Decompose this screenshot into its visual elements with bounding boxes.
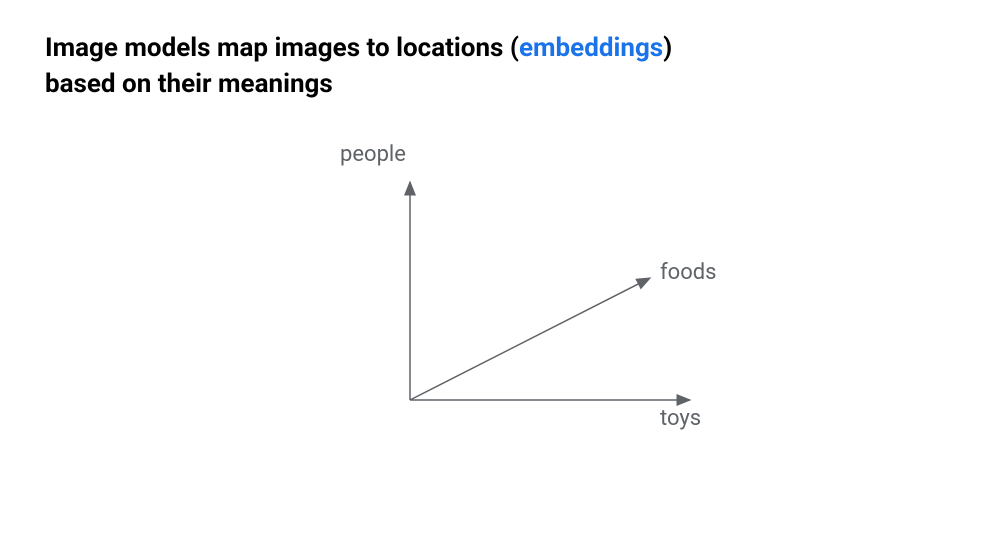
- title-part1: Image models map images to locations (: [45, 33, 519, 63]
- title-part2: ): [663, 33, 672, 63]
- embedding-diagram: people foods toys: [330, 150, 750, 480]
- title-line2: based on their meanings: [45, 69, 333, 99]
- arrow-foods: [410, 278, 650, 400]
- title-highlight: embeddings: [519, 33, 663, 63]
- vector-arrows: [330, 150, 750, 480]
- slide-title: Image models map images to locations (em…: [45, 30, 955, 103]
